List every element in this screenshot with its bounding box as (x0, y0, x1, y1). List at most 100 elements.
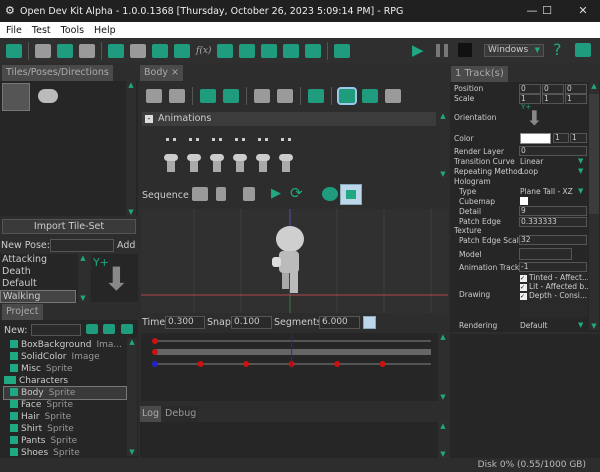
patch-edge-input[interactable]: 0.333333 (519, 217, 587, 227)
play-sequence-icon[interactable]: ▶ (271, 186, 281, 201)
menu-test[interactable]: Test (32, 25, 51, 36)
checkbox-checked[interactable]: ✓ (520, 284, 527, 291)
plane-mode-button[interactable] (340, 184, 362, 205)
drawing-option[interactable]: ✓ Depth - Consi... (520, 291, 588, 300)
tile-icon[interactable] (108, 43, 124, 58)
orientation-widget[interactable]: Y+ ⬇ (91, 254, 138, 302)
animation-frame-small[interactable] (166, 138, 176, 141)
color-value[interactable]: 1 (553, 133, 569, 143)
stop-icon[interactable] (458, 43, 472, 57)
open-project-icon[interactable] (6, 43, 22, 58)
tile-mode-icon[interactable] (362, 89, 378, 103)
new-image-icon[interactable] (103, 324, 115, 334)
help-icon[interactable]: ? (553, 40, 562, 59)
add-image-icon[interactable] (146, 89, 162, 103)
detail-input[interactable]: 9 (519, 206, 587, 216)
new-tile-icon[interactable] (86, 324, 98, 334)
pose-item[interactable]: Attacking (0, 254, 88, 266)
gamepad-icon[interactable] (174, 43, 190, 58)
type-select[interactable]: Plane Tall - XZ ▼ (520, 187, 583, 196)
repeat-select[interactable]: Loop ▼ (520, 167, 583, 176)
window-settings-icon[interactable] (79, 43, 95, 58)
tree-item-face[interactable]: Face Sprite (4, 399, 126, 411)
tile-thumbnail[interactable] (38, 89, 58, 103)
frames-icon[interactable] (308, 89, 324, 103)
tab-debug[interactable]: Debug (163, 406, 199, 422)
tools-icon[interactable] (334, 43, 351, 58)
anim-track-input[interactable]: -1 (519, 262, 587, 272)
scrollbar[interactable]: ▲ ▼ (438, 333, 448, 401)
platform-select[interactable]: Windows ▼ (484, 44, 544, 57)
scrollbar[interactable]: ▲ ▼ (78, 254, 88, 302)
add-cube-icon[interactable] (192, 187, 208, 201)
checkbox-checked[interactable]: ✓ (520, 275, 527, 282)
scrollbar[interactable]: ▲ ▼ (438, 112, 448, 178)
cubemap-checkbox[interactable] (520, 197, 528, 205)
preview-icon[interactable] (385, 89, 401, 103)
patch-scale-input[interactable]: 32 (519, 235, 587, 245)
import-icon[interactable] (200, 89, 216, 103)
collapse-icon[interactable]: - (145, 115, 153, 123)
pose-item[interactable]: Death (0, 266, 88, 278)
tree-item-pants[interactable]: Pants Sprite (4, 435, 126, 447)
tab-tracks[interactable]: 1 Track(s) (451, 66, 508, 82)
tree-item-shirt[interactable]: Shirt Sprite (4, 423, 126, 435)
position-x[interactable]: 0 (519, 84, 541, 94)
position-z[interactable]: 0 (565, 84, 587, 94)
maximize-button[interactable]: ☐ (530, 0, 564, 22)
new-item-input[interactable] (31, 324, 81, 336)
animation-frame-small[interactable] (189, 138, 199, 141)
new-pose-input[interactable] (50, 239, 114, 252)
export-icon[interactable] (254, 89, 270, 103)
animation-frame[interactable] (256, 154, 270, 174)
scrollbar[interactable]: ▲ ▼ (589, 82, 599, 330)
image-mode-icon[interactable] (337, 87, 357, 105)
animation-frame[interactable] (279, 154, 293, 174)
animation-frame-small[interactable] (235, 138, 245, 141)
tab-project[interactable]: Project (2, 304, 43, 320)
scale-z[interactable]: 1 (565, 94, 587, 104)
animation-frame[interactable] (187, 154, 201, 174)
animation-frame-small[interactable] (281, 138, 291, 141)
animation-frame-small[interactable] (212, 138, 222, 141)
menu-file[interactable]: File (6, 25, 22, 36)
close-button[interactable]: ✕ (566, 0, 600, 22)
rendering-select[interactable]: Default ▼ (520, 321, 583, 330)
tab-tiles-poses[interactable]: Tiles/Poses/Directions (2, 65, 113, 81)
loop-play-icon[interactable]: ⟳ (290, 184, 303, 202)
tab-body[interactable]: Body × (140, 65, 183, 81)
pose-item[interactable]: Default (0, 278, 88, 290)
scrollbar[interactable]: ▲ ▼ (127, 338, 137, 456)
orientation-widget[interactable]: Y+ ⬇ (520, 103, 548, 132)
tile-thumbnail[interactable] (2, 83, 30, 111)
scrollbar[interactable]: ▲ ▼ (126, 81, 136, 216)
render-layer-input[interactable]: 0 (519, 146, 587, 156)
object-icon[interactable] (152, 43, 168, 58)
tree-item-hair[interactable]: Hair Sprite (4, 411, 126, 423)
map-icon[interactable] (261, 43, 278, 58)
import-tileset-button[interactable]: Import Tile-Set (2, 219, 136, 234)
camera-icon[interactable] (322, 187, 338, 201)
drawing-option[interactable]: ✓ Tinted - Affect... (520, 273, 588, 282)
play-icon[interactable]: ▶ (412, 41, 424, 59)
import-frames-icon[interactable] (223, 89, 239, 103)
add-pose-button[interactable]: Add (117, 240, 135, 251)
new-image-icon[interactable] (35, 43, 51, 58)
tree-item-misc[interactable]: Misc Sprite (4, 363, 126, 375)
tab-log[interactable]: Log (140, 406, 161, 422)
tree-item-body[interactable]: Body Sprite (3, 386, 127, 400)
magnet-snap-button[interactable] (363, 316, 376, 329)
user-settings-icon[interactable] (575, 43, 591, 57)
animation-frame[interactable] (233, 154, 247, 174)
add-frames-icon[interactable] (169, 89, 185, 103)
animation-frame[interactable] (164, 154, 178, 174)
position-y[interactable]: 0 (542, 84, 564, 94)
color-value[interactable]: 1 (570, 133, 587, 143)
color-swatch[interactable] (520, 133, 551, 144)
transition-select[interactable]: Linear ▼ (520, 157, 583, 166)
list-icon[interactable] (283, 43, 300, 58)
time-input[interactable]: 0.300 (165, 316, 205, 329)
snap-input[interactable]: 0.100 (231, 316, 272, 329)
segments-input[interactable]: 6.000 (319, 316, 360, 329)
add-capsule-icon[interactable] (216, 187, 226, 201)
